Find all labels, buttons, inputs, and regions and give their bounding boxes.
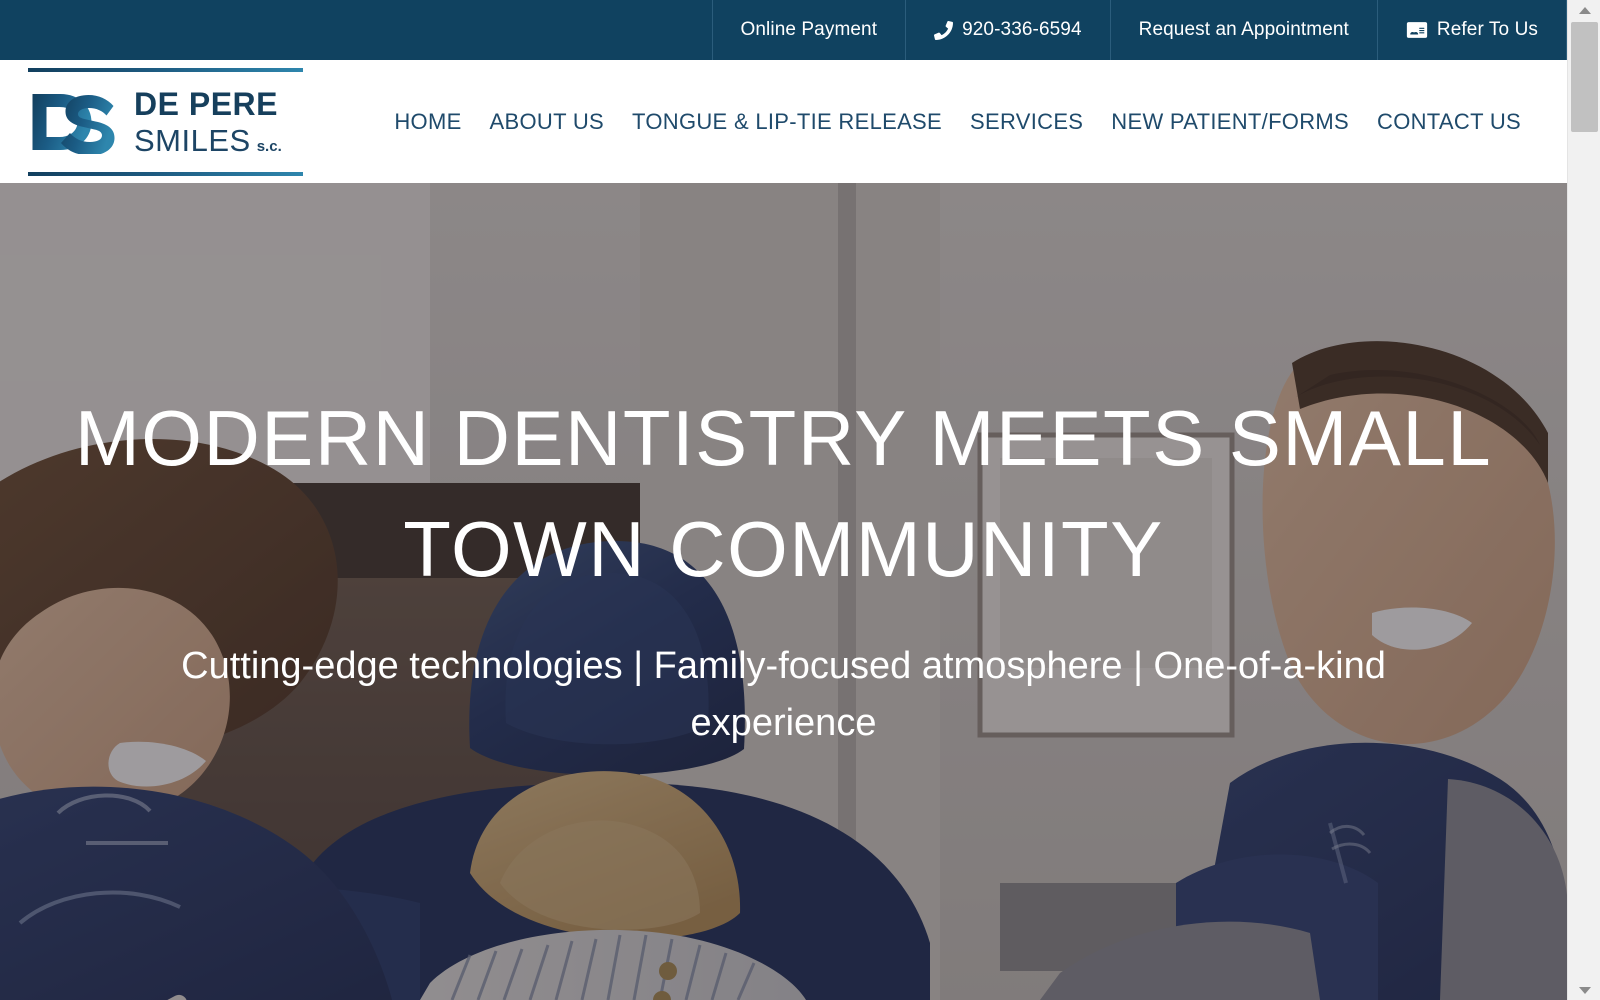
refer-to-us-link[interactable]: Refer To Us — [1376, 0, 1567, 60]
main-navigation: HOME ABOUT US TONGUE & LIP-TIE RELEASE S… — [394, 60, 1521, 183]
online-payment-link[interactable]: Online Payment — [711, 0, 906, 60]
site-logo[interactable]: DE PERE SMILES s.c. — [28, 68, 303, 176]
request-appointment-label: Request an Appointment — [1138, 19, 1349, 40]
logo-suffix: s.c. — [256, 138, 282, 155]
logo-top-rule — [28, 68, 303, 72]
browser-page: Online Payment 920-336-6594 Request an A… — [0, 0, 1600, 1000]
logo-smiles-text: SMILES — [134, 123, 251, 158]
scrollbar-thumb[interactable] — [1571, 22, 1598, 132]
nav-item-tongue-lip-tie-release[interactable]: TONGUE & LIP-TIE RELEASE — [632, 109, 942, 135]
nav-item-contact-us[interactable]: CONTACT US — [1377, 109, 1521, 135]
logo-line-2: SMILES s.c. — [134, 125, 282, 156]
scroll-down-arrow-icon[interactable] — [1568, 980, 1600, 1000]
nav-item-about-us[interactable]: ABOUT US — [490, 109, 604, 135]
hero-title: MODERN DENTISTRY MEETS SMALL TOWN COMMUN… — [74, 393, 1493, 593]
phone-link[interactable]: 920-336-6594 — [905, 0, 1110, 60]
ds-monogram-icon — [32, 94, 115, 154]
logo-body: DE PERE SMILES s.c. — [28, 82, 303, 162]
site-header: DE PERE SMILES s.c. HOME ABOUT US TONGUE… — [0, 60, 1567, 183]
page-viewport: Online Payment 920-336-6594 Request an A… — [0, 0, 1567, 1000]
refer-to-us-label: Refer To Us — [1436, 19, 1538, 40]
nav-item-services[interactable]: SERVICES — [970, 109, 1083, 135]
hero-content: MODERN DENTISTRY MEETS SMALL TOWN COMMUN… — [0, 183, 1567, 1000]
scroll-up-arrow-icon[interactable] — [1568, 0, 1600, 20]
hero-subtitle: Cutting-edge technologies | Family-focus… — [181, 645, 1386, 745]
phone-icon — [934, 20, 954, 40]
logo-line-1: DE PERE — [134, 86, 278, 122]
logo-bottom-rule — [28, 172, 303, 176]
online-payment-label: Online Payment — [740, 19, 878, 40]
hero-banner: MODERN DENTISTRY MEETS SMALL TOWN COMMUN… — [0, 183, 1567, 1000]
vertical-scrollbar[interactable] — [1567, 0, 1600, 1000]
nav-item-home[interactable]: HOME — [394, 109, 461, 135]
nav-item-new-patient-forms[interactable]: NEW PATIENT/FORMS — [1111, 109, 1349, 135]
id-card-icon — [1406, 21, 1428, 39]
phone-number: 920-336-6594 — [962, 19, 1082, 40]
logo-wordmark: DE PERE SMILES s.c. — [134, 88, 282, 156]
top-utility-bar: Online Payment 920-336-6594 Request an A… — [0, 0, 1567, 60]
request-appointment-link[interactable]: Request an Appointment — [1109, 0, 1377, 60]
